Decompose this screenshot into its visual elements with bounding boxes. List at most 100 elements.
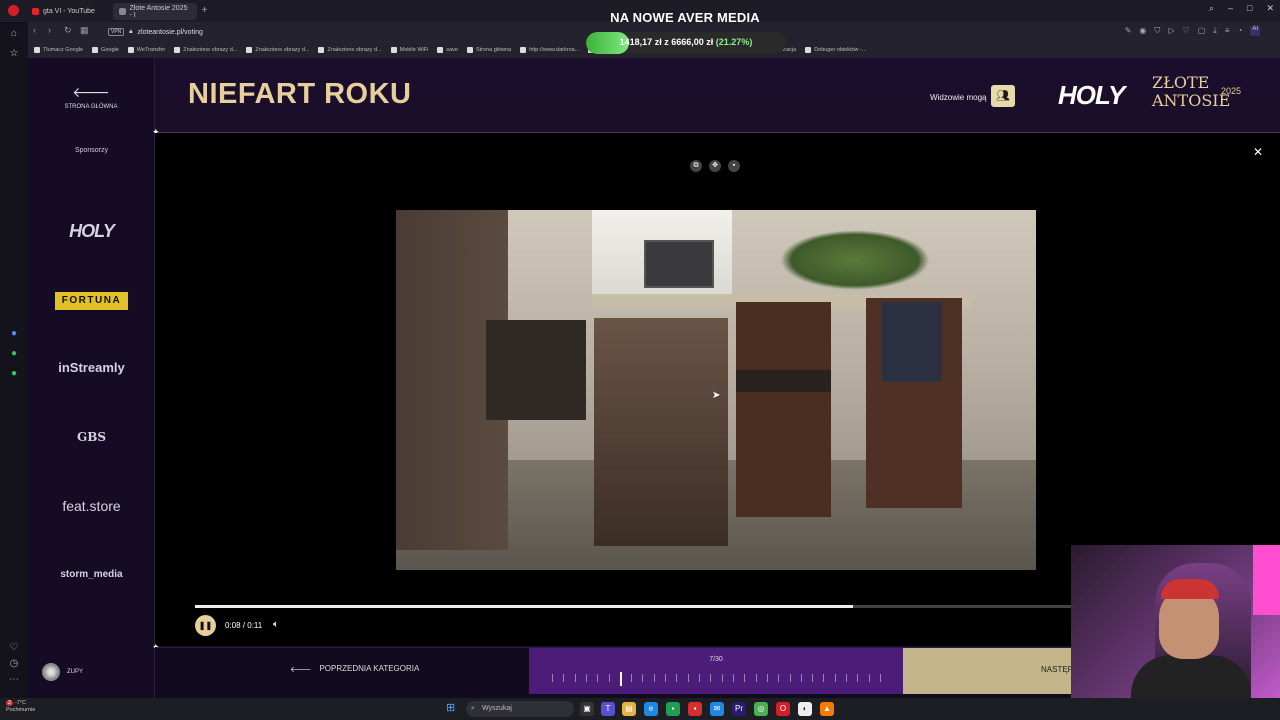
- download-icon[interactable]: ⤓: [1213, 26, 1217, 36]
- category-tick[interactable]: [563, 674, 565, 682]
- category-tick[interactable]: [552, 674, 553, 682]
- star-icon[interactable]: ☆: [8, 48, 20, 60]
- sponsor-stormmedia-logo[interactable]: storm_media: [28, 569, 155, 580]
- category-tick[interactable]: [687, 674, 689, 682]
- bookmark-item[interactable]: Mobile WiFi: [390, 47, 428, 53]
- progress-bar[interactable]: [195, 605, 1100, 608]
- category-tick[interactable]: [857, 674, 859, 682]
- bookmark-item[interactable]: Debuger obiektów -...: [805, 47, 866, 53]
- sponsor-gbs-logo[interactable]: GBS: [28, 430, 155, 444]
- category-tick[interactable]: [608, 674, 610, 682]
- bookmark-item[interactable]: Znalezione obrazy d...: [318, 47, 382, 53]
- premiere-icon[interactable]: Pr: [732, 702, 746, 716]
- video-frame[interactable]: ➤: [396, 210, 1036, 570]
- sponsor-instreamly-logo[interactable]: inStreamly: [28, 360, 155, 375]
- maximize-button[interactable]: □: [1247, 3, 1252, 14]
- opera-logo-icon[interactable]: [8, 5, 19, 16]
- bookmark-item[interactable]: Tłumacz Google: [34, 47, 83, 53]
- shield-icon[interactable]: ⛉: [1154, 26, 1160, 36]
- edit-icon[interactable]: ✎: [1125, 26, 1132, 36]
- ai-badge[interactable]: AI: [1250, 26, 1260, 36]
- close-window-button[interactable]: ✕: [1266, 3, 1274, 14]
- category-tick[interactable]: [642, 674, 644, 682]
- tab-youtube[interactable]: gta VI - YouTube: [26, 3, 110, 20]
- category-tick[interactable]: [834, 674, 836, 682]
- pause-button[interactable]: ❚❚: [195, 615, 216, 636]
- category-tick[interactable]: [823, 674, 825, 682]
- heart-icon[interactable]: ♡: [8, 642, 20, 654]
- reload-button[interactable]: ↻: [64, 25, 72, 36]
- minimize-button[interactable]: –: [1228, 3, 1233, 14]
- category-tick[interactable]: [597, 674, 599, 682]
- opera-icon[interactable]: O: [776, 702, 790, 716]
- copy-icon[interactable]: ⧉: [690, 160, 702, 172]
- category-tick[interactable]: [880, 674, 881, 682]
- teams-icon[interactable]: T: [601, 702, 615, 716]
- more-icon[interactable]: ⋯: [8, 674, 20, 686]
- messenger-icon[interactable]: ●: [8, 328, 20, 340]
- camera-icon[interactable]: ▪: [728, 160, 740, 172]
- category-tick[interactable]: [653, 674, 655, 682]
- edge-icon[interactable]: e: [644, 702, 658, 716]
- search-tabs-icon[interactable]: ⌕: [1209, 3, 1214, 14]
- new-tab-button[interactable]: +: [199, 5, 210, 16]
- previous-category-button[interactable]: 🡐 POPRZEDNIA KATEGORIA: [290, 664, 419, 674]
- category-tick[interactable]: [800, 674, 802, 682]
- category-tick[interactable]: [778, 674, 780, 682]
- spotify-icon[interactable]: ●: [8, 368, 20, 380]
- category-tick[interactable]: [710, 674, 712, 682]
- chrome-icon[interactable]: ◎: [754, 702, 768, 716]
- category-tick[interactable]: [868, 674, 870, 682]
- back-button[interactable]: ‹: [33, 25, 36, 35]
- category-tick[interactable]: [766, 674, 768, 682]
- weather-widget[interactable]: 2 -7°C Pochmurnie: [6, 700, 35, 714]
- play-icon[interactable]: ▷: [1168, 26, 1174, 36]
- cube-icon[interactable]: ▢: [1198, 26, 1206, 36]
- category-tick[interactable]: [846, 674, 848, 682]
- windows-start-icon[interactable]: ⊞: [446, 702, 459, 715]
- category-tick[interactable]: [585, 674, 587, 682]
- category-tick[interactable]: [676, 674, 678, 682]
- sponsor-fortuna-logo[interactable]: FORTUNA: [55, 292, 128, 310]
- camera-icon[interactable]: ◉: [1139, 26, 1146, 36]
- category-tick[interactable]: [574, 674, 576, 682]
- move-icon[interactable]: ✥: [709, 160, 721, 172]
- category-tick[interactable]: [789, 674, 791, 682]
- viewers-button[interactable]: 👥︎: [991, 85, 1015, 107]
- url-field[interactable]: VPN 🔒︎ zloteantosie.pl/voting: [108, 25, 568, 39]
- category-tick[interactable]: [665, 674, 667, 682]
- whatsapp-icon[interactable]: ●: [8, 348, 20, 360]
- history-icon[interactable]: ◷: [8, 658, 20, 670]
- bookmark-item[interactable]: Strona główna: [466, 47, 511, 53]
- bookmark-item[interactable]: WeTransfer: [127, 47, 165, 53]
- file-explorer-icon[interactable]: ▤: [622, 702, 636, 716]
- user-profile[interactable]: ZUPY: [42, 663, 83, 681]
- taskbar-search[interactable]: ⌕ Wyszukaj: [466, 701, 574, 717]
- category-tick[interactable]: [812, 674, 814, 682]
- sponsor-holy-logo[interactable]: HOLY: [28, 221, 155, 242]
- speed-dial-icon[interactable]: ▦: [80, 25, 89, 36]
- forward-button[interactable]: ›: [48, 25, 51, 35]
- app-icon[interactable]: ▪: [666, 702, 680, 716]
- home-button[interactable]: 🡐 STRONA GŁÓWNA: [48, 84, 134, 110]
- obs-icon[interactable]: ◐: [798, 702, 812, 716]
- category-tick[interactable]: [755, 674, 757, 682]
- bookmark-item[interactable]: Znalezione obrazy d...: [174, 47, 237, 53]
- volume-icon[interactable]: 🔈︎: [273, 619, 279, 630]
- account-icon[interactable]: ◔: [1237, 26, 1242, 36]
- category-tick[interactable]: [721, 674, 723, 682]
- category-tick[interactable]: [631, 674, 633, 682]
- current-category-tick[interactable]: [619, 672, 622, 686]
- category-tick[interactable]: [699, 674, 701, 682]
- app-icon[interactable]: ▲: [820, 702, 834, 716]
- bookmark-item[interactable]: Znalezione obrazy d...: [246, 47, 309, 53]
- tab-zlote-antosie[interactable]: Złote Antosie 2025 - I: [113, 3, 197, 20]
- bookmark-item[interactable]: save: [437, 47, 458, 53]
- heart-icon[interactable]: ♡: [1183, 26, 1190, 36]
- category-tick[interactable]: [744, 674, 746, 682]
- task-view-icon[interactable]: ▣: [580, 702, 594, 716]
- close-player-button[interactable]: ✕: [1253, 145, 1263, 159]
- menu-icon[interactable]: ≡: [1225, 26, 1230, 36]
- bookmark-item[interactable]: http://www.darkroa...: [520, 47, 579, 53]
- bookmark-item[interactable]: Google: [92, 47, 119, 53]
